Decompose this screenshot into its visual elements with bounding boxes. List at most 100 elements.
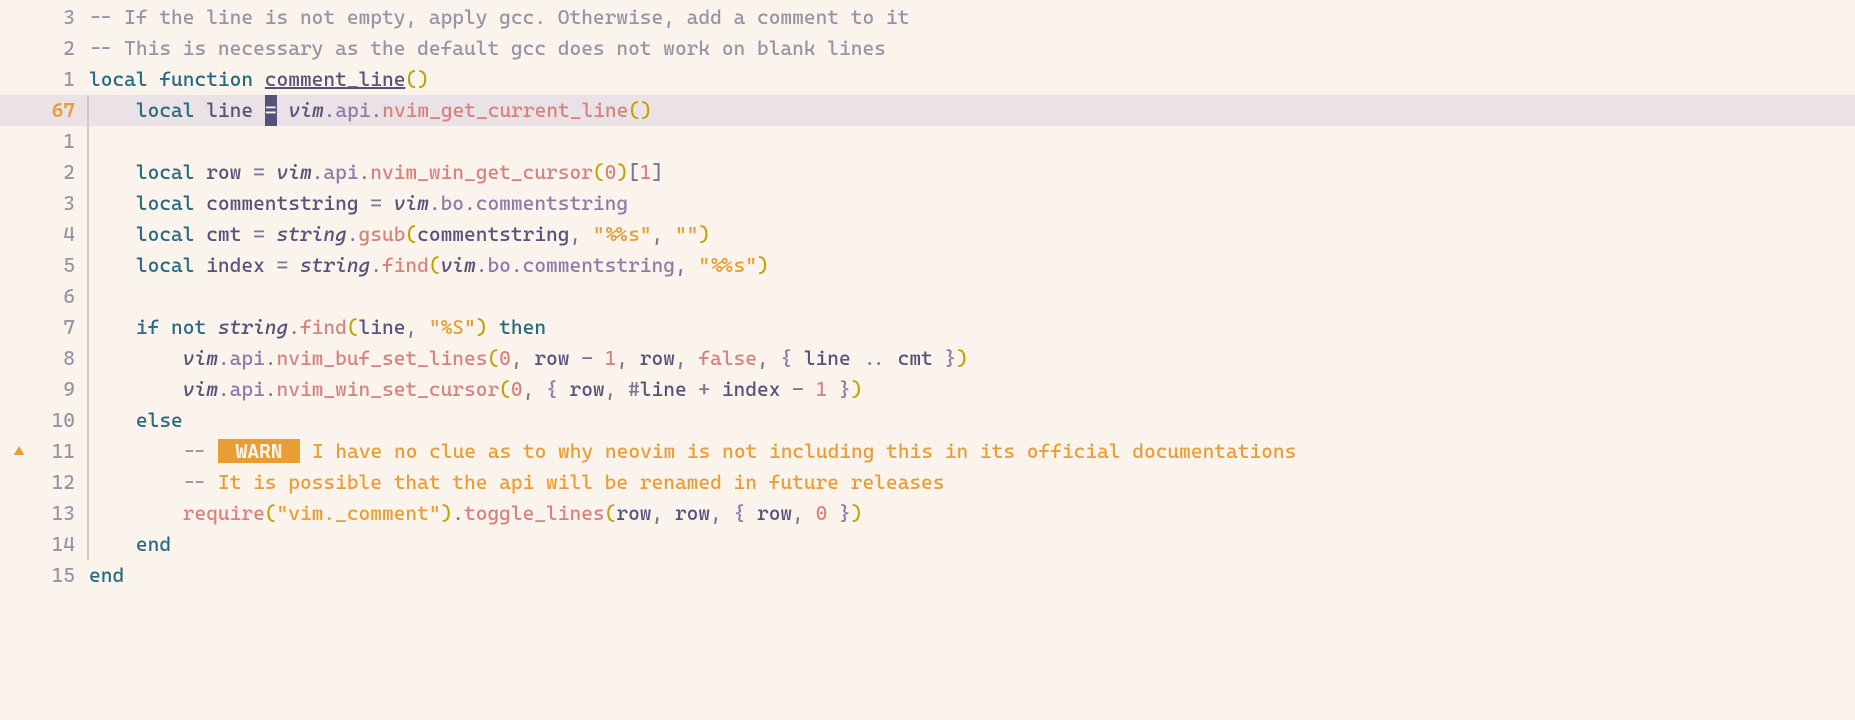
token: [359, 191, 371, 215]
code-content[interactable]: if not string.find(line, "%S") then: [89, 312, 546, 343]
token: ,: [675, 346, 687, 370]
token: =: [253, 160, 265, 184]
code-content[interactable]: else: [89, 405, 183, 436]
token: nvim_win_get_cursor: [370, 160, 593, 184]
token: commentstring: [476, 191, 628, 215]
code-line[interactable]: 6: [0, 281, 1855, 312]
token: --: [183, 439, 218, 463]
token: =: [277, 253, 289, 277]
code-content[interactable]: -- It is possible that the api will be r…: [89, 467, 944, 498]
code-content[interactable]: -- This is necessary as the default gcc …: [89, 33, 886, 64]
code-line[interactable]: 2-- This is necessary as the default gcc…: [0, 33, 1855, 64]
token: (: [499, 377, 511, 401]
code-line[interactable]: 3 local commentstring = vim.bo.commentst…: [0, 188, 1855, 219]
code-line[interactable]: 3 -- If the line is not empty, apply gcc.…: [0, 2, 1855, 33]
token: if: [136, 315, 159, 339]
token: [417, 315, 429, 339]
token: end: [136, 532, 171, 556]
code-line[interactable]: 13 require("vim._comment").toggle_lines(…: [0, 498, 1855, 529]
token: [616, 377, 628, 401]
code-content[interactable]: require("vim._comment").toggle_lines(row…: [89, 498, 862, 529]
cursor: =: [265, 95, 277, 126]
token: [265, 160, 277, 184]
token: .: [265, 377, 277, 401]
token: nvim_win_set_cursor: [277, 377, 500, 401]
token: [687, 253, 699, 277]
token: (): [628, 98, 651, 122]
line-number-relative: 2: [33, 157, 75, 188]
token: cmt: [206, 222, 241, 246]
token: vim: [183, 377, 218, 401]
token: }: [839, 377, 851, 401]
code-content[interactable]: local function comment_line(): [89, 64, 429, 95]
token: [: [628, 160, 640, 184]
token: ,: [652, 222, 664, 246]
code-line[interactable]: 8 vim.api.nvim_buf_set_lines(0, row - 1,…: [0, 343, 1855, 374]
token: .: [324, 98, 336, 122]
code-line[interactable]: 10 else: [0, 405, 1855, 436]
line-number-current: 67: [33, 95, 75, 126]
code-line[interactable]: 4 local cmt = string.gsub(commentstring,…: [0, 219, 1855, 250]
token: vim: [277, 160, 312, 184]
token: api: [335, 98, 370, 122]
line-number-relative: 1: [33, 126, 75, 157]
token: [241, 222, 253, 246]
token: local: [136, 222, 195, 246]
todo-warn-badge: WARN: [218, 439, 300, 463]
code-content[interactable]: vim.api.nvim_win_set_cursor(0, { row, #l…: [89, 374, 862, 405]
token: --: [183, 470, 218, 494]
code-line[interactable]: 5 local index = string.find(vim.bo.comme…: [0, 250, 1855, 281]
token: (: [487, 346, 499, 370]
token: nvim_buf_set_lines: [277, 346, 488, 370]
code-line[interactable]: 12 -- It is possible that the api will b…: [0, 467, 1855, 498]
token: ,: [757, 346, 769, 370]
token: api: [230, 377, 265, 401]
token: commentstring: [417, 222, 569, 246]
token: line: [640, 377, 687, 401]
token: [710, 377, 722, 401]
code-content[interactable]: end: [89, 560, 124, 591]
token: =: [370, 191, 382, 215]
token: ,: [405, 315, 417, 339]
code-line[interactable]: 2 local row = vim.api.nvim_win_get_curso…: [0, 157, 1855, 188]
code-content[interactable]: local cmt = string.gsub(commentstring, "…: [89, 219, 710, 250]
code-content[interactable]: local line = vim.api.nvim_get_current_li…: [89, 95, 652, 126]
token: commentstring: [523, 253, 675, 277]
token: [265, 222, 277, 246]
code-content[interactable]: vim.api.nvim_buf_set_lines(0, row - 1, r…: [89, 343, 968, 374]
code-line[interactable]: 1: [0, 126, 1855, 157]
code-line[interactable]: 1local function comment_line(): [0, 64, 1855, 95]
code-content[interactable]: local commentstring = vim.bo.commentstri…: [89, 188, 628, 219]
code-editor[interactable]: 3 -- If the line is not empty, apply gcc.…: [0, 0, 1855, 591]
code-line[interactable]: 9 vim.api.nvim_win_set_cursor(0, { row, …: [0, 374, 1855, 405]
code-line[interactable]: 7 if not string.find(line, "%S") then: [0, 312, 1855, 343]
token: }: [944, 346, 956, 370]
token: [792, 346, 804, 370]
token: function: [159, 67, 253, 91]
line-number-relative: 10: [33, 405, 75, 436]
token: ..: [862, 346, 885, 370]
token: string: [218, 315, 288, 339]
code-content[interactable]: end: [89, 529, 171, 560]
token: vim: [183, 346, 218, 370]
token: api: [323, 160, 358, 184]
code-line[interactable]: 15end: [0, 560, 1855, 591]
token: ,: [792, 501, 804, 525]
code-content[interactable]: -- WARN I have no clue as to why neovim …: [89, 436, 1296, 467]
token: 0: [511, 377, 523, 401]
token: (: [265, 501, 277, 525]
token: [569, 346, 581, 370]
code-line[interactable]: ▲11 -- WARN I have no clue as to why neo…: [0, 436, 1855, 467]
token: .: [218, 346, 230, 370]
line-number-relative: 3: [33, 2, 75, 33]
code-line[interactable]: 67 local line = vim.api.nvim_get_current…: [0, 95, 1855, 126]
token: vim: [289, 98, 324, 122]
token: vim: [441, 253, 476, 277]
code-line[interactable]: 14 end: [0, 529, 1855, 560]
code-content[interactable]: -- If the line is not empty, apply gcc. …: [89, 2, 909, 33]
token: [523, 346, 535, 370]
token: ,: [675, 253, 687, 277]
code-content[interactable]: local index = string.find(vim.bo.comment…: [89, 250, 769, 281]
token: index: [722, 377, 781, 401]
code-content[interactable]: local row = vim.api.nvim_win_get_cursor(…: [89, 157, 663, 188]
